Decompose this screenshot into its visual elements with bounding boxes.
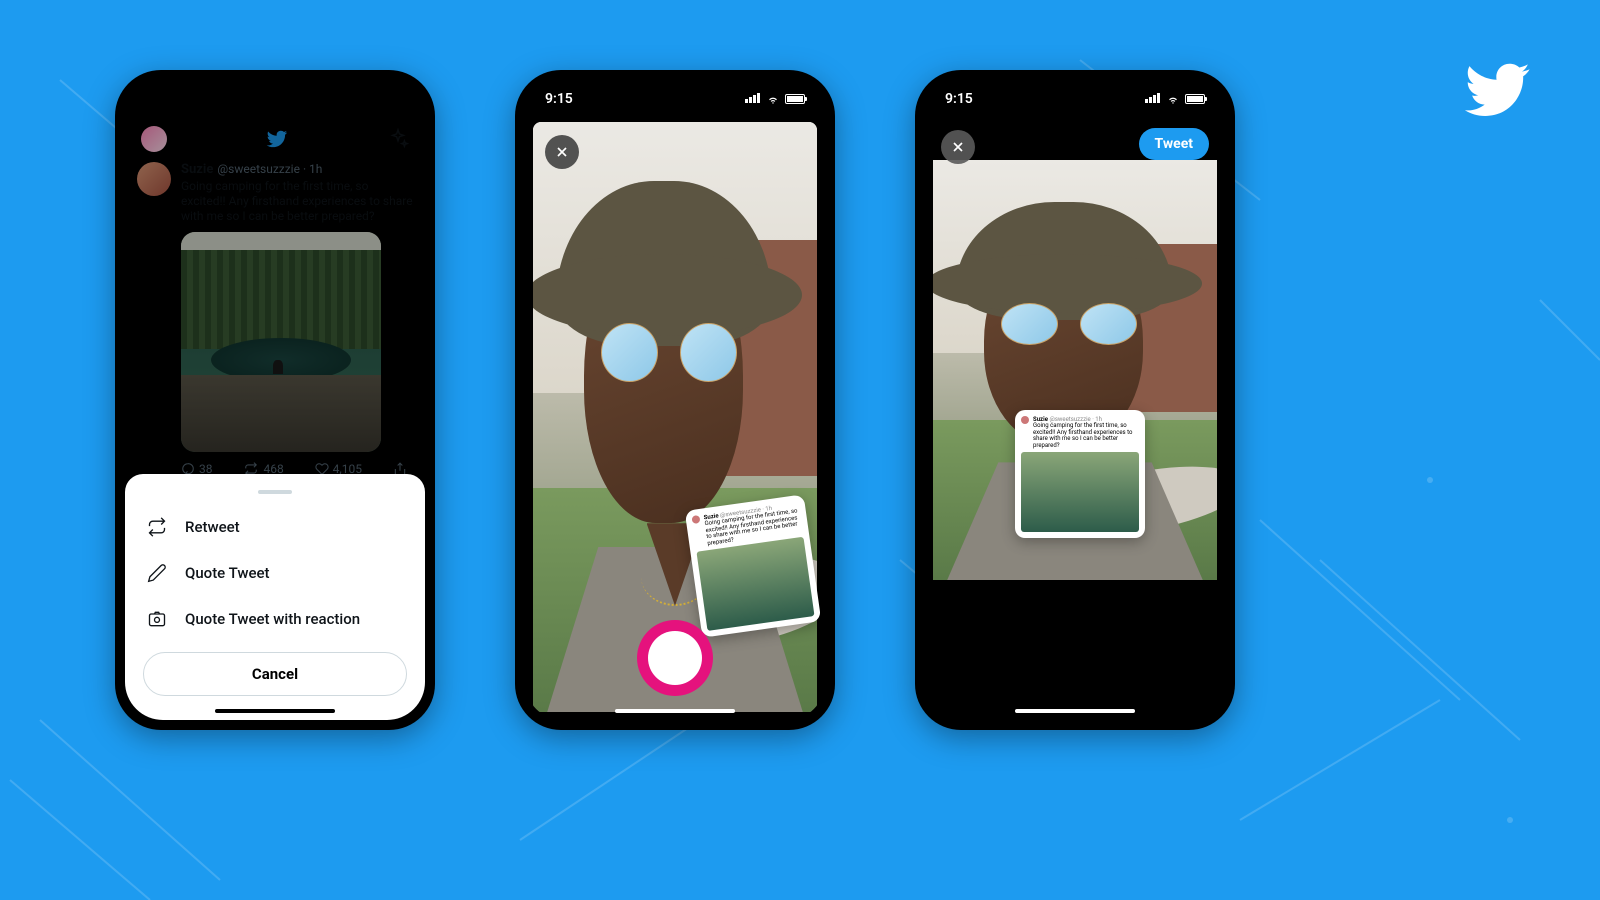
status-time: 9:15 (945, 91, 973, 107)
mini-avatar (691, 515, 700, 524)
phone-notch (1005, 80, 1145, 104)
pencil-icon (147, 563, 167, 583)
phone-notch (205, 80, 345, 104)
signal-icon (1145, 91, 1161, 107)
quote-reaction-label: Quote Tweet with reaction (185, 610, 360, 628)
mini-avatar (1021, 416, 1029, 424)
wifi-icon (1166, 94, 1180, 105)
retweet-label: Retweet (185, 518, 240, 536)
home-indicator[interactable] (215, 709, 335, 713)
mini-tweet-text: Going camping for the first time, so exc… (1033, 423, 1139, 449)
twitter-logo-icon (1455, 55, 1540, 125)
camera-reaction-icon (147, 609, 167, 629)
retweet-icon (147, 517, 167, 537)
quoted-tweet-overlay[interactable]: Suzie @sweetsuzzzie · 1h Going camping f… (1015, 410, 1145, 538)
close-button[interactable] (545, 135, 579, 169)
record-button[interactable] (637, 620, 713, 696)
sheet-grabber[interactable] (258, 490, 292, 494)
phone-notch (605, 80, 745, 104)
phone-mockups-row: 9:15 Suzie@sweetsuzzzie · 1h (115, 70, 1235, 730)
retweet-action-sheet: Retweet Quote Tweet Quote Tweet with rea… (125, 474, 425, 720)
close-icon (950, 139, 966, 155)
mini-tweet-image (1021, 452, 1139, 532)
home-indicator[interactable] (1015, 709, 1135, 713)
retweet-option[interactable]: Retweet (143, 504, 407, 550)
wifi-icon (766, 94, 780, 105)
phone-mockup-3: 9:15 Tweet (915, 70, 1235, 730)
quote-tweet-label: Quote Tweet (185, 564, 270, 582)
phone-mockup-2: 9:15 (515, 70, 835, 730)
cancel-button[interactable]: Cancel (143, 652, 407, 696)
battery-icon (385, 94, 405, 104)
status-time: 9:15 (145, 91, 173, 107)
battery-icon (785, 94, 805, 104)
mini-tweet-image (696, 537, 814, 631)
quoted-tweet-overlay[interactable]: Suzie @sweetsuzzzie · 1h Going camping f… (685, 494, 822, 638)
quote-tweet-option[interactable]: Quote Tweet (143, 550, 407, 596)
signal-icon (745, 91, 761, 107)
phone-mockup-1: 9:15 Suzie@sweetsuzzzie · 1h (115, 70, 435, 730)
close-icon (554, 144, 570, 160)
close-button[interactable] (941, 130, 975, 164)
quote-reaction-option[interactable]: Quote Tweet with reaction (143, 596, 407, 642)
battery-icon (1185, 94, 1205, 104)
signal-icon (345, 91, 361, 107)
tweet-button[interactable]: Tweet (1139, 128, 1209, 160)
home-indicator[interactable] (615, 709, 735, 713)
status-time: 9:15 (545, 91, 573, 107)
wifi-icon (366, 94, 380, 105)
